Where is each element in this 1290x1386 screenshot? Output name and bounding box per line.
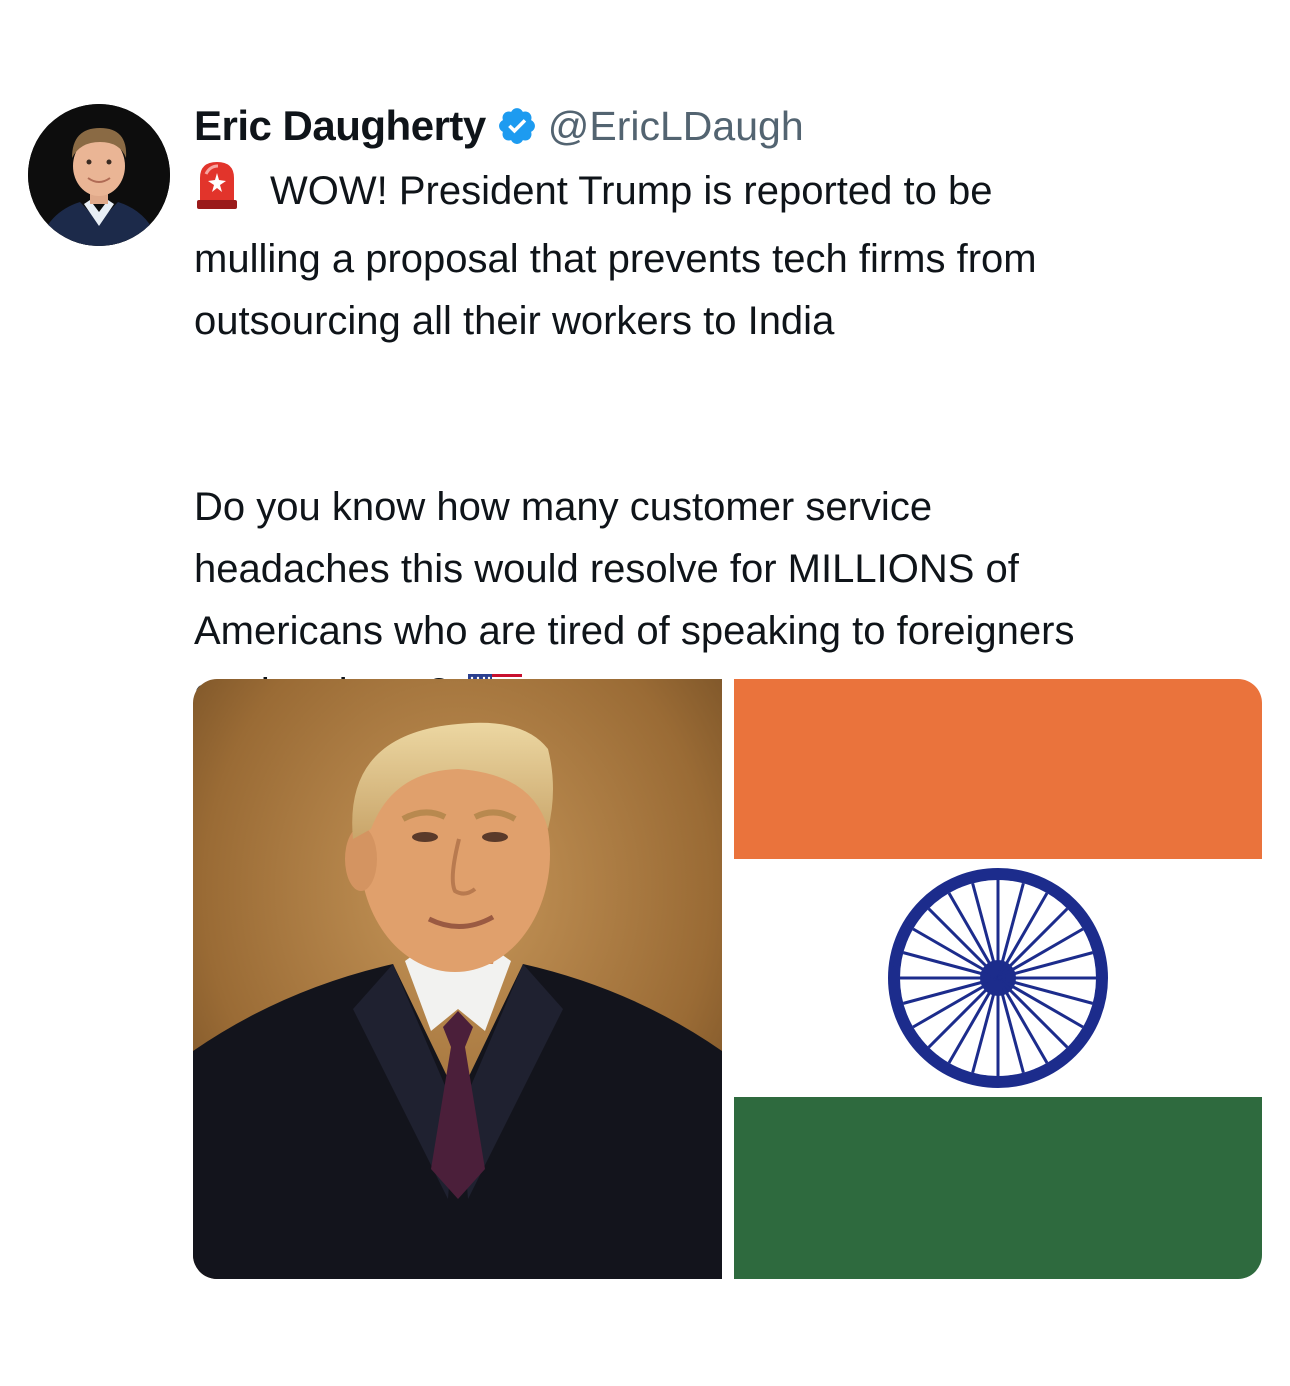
text-line-1: WOW! President Trump is reported to be (270, 169, 993, 213)
tweet[interactable]: Eric Daugherty @EricLDaugh WOW! Presiden… (0, 0, 1290, 1386)
text-line-3: outsourcing all their workers to India (194, 299, 835, 343)
media-photo-portrait[interactable] (193, 679, 722, 1279)
text-line-2: mulling a proposal that prevents tech fi… (194, 237, 1037, 281)
tweet-header: Eric Daugherty @EricLDaugh (194, 98, 804, 154)
verified-badge-icon[interactable] (496, 105, 538, 147)
tweet-media (193, 679, 1262, 1279)
paragraph-break (194, 352, 1269, 476)
text-line-4: Do you know how many customer service (194, 485, 933, 529)
tweet-text: WOW! President Trump is reported to be m… (194, 160, 1269, 730)
handle[interactable]: @EricLDaugh (548, 103, 804, 150)
portrait-photo-icon (193, 679, 722, 1279)
text-line-6: Americans who are tired of speaking to f… (194, 609, 1075, 653)
display-name[interactable]: Eric Daugherty (194, 102, 486, 150)
india-flag-icon (734, 679, 1262, 1279)
avatar[interactable] (28, 104, 170, 246)
avatar-photo-icon (28, 104, 170, 246)
media-photo-india-flag[interactable] (734, 679, 1262, 1279)
text-line: WOW! President Trump is reported to be (194, 160, 1269, 228)
text-line-5: headaches this would resolve for MILLION… (194, 547, 1019, 591)
rotating-light-icon (194, 160, 240, 228)
